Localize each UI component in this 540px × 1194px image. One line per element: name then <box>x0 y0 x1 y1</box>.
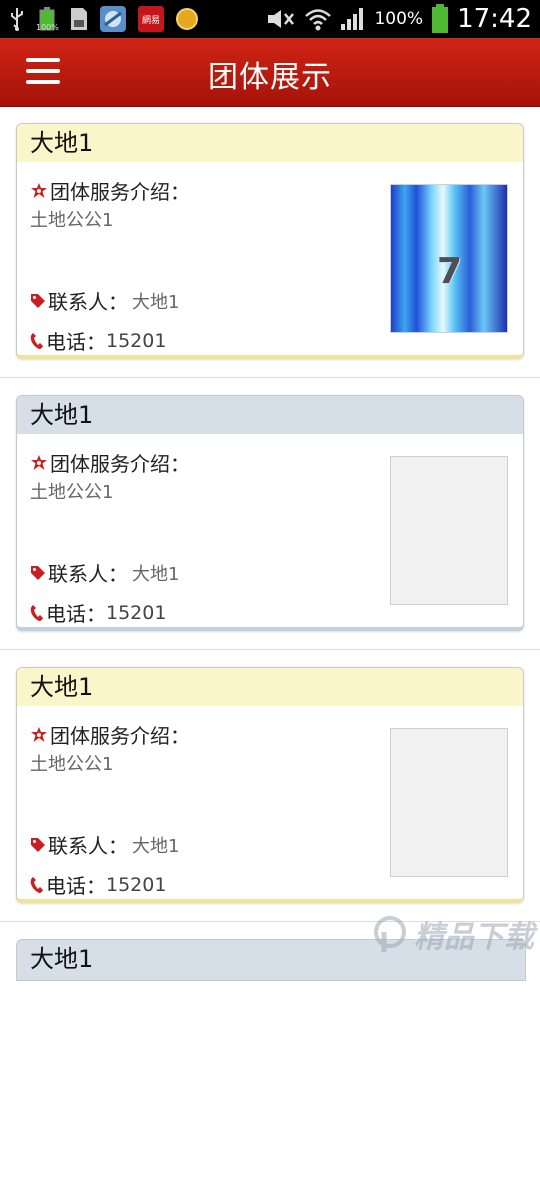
group-card[interactable]: 大地1 团体服务介绍： 土地公公1 联系人： 大地1 电话： 15201 <box>16 667 524 903</box>
phone-label: 电话： <box>46 602 106 626</box>
group-thumbnail-placeholder[interactable] <box>390 456 508 605</box>
watermark-text: 精品下载 <box>414 920 534 955</box>
tag-icon <box>30 293 46 309</box>
battery-small-label: 100% <box>36 22 59 32</box>
list-item[interactable]: 大地1 团体服务介绍： 土地公公1 联系人： 大地1 电话： 15201 <box>0 378 540 650</box>
netease-app-icon: 網易 <box>137 5 165 33</box>
circle-app-icon <box>175 7 199 31</box>
usb-icon <box>8 6 26 32</box>
phone-value[interactable]: 15201 <box>106 330 166 352</box>
card-title: 大地1 <box>17 124 523 162</box>
phone-value[interactable]: 15201 <box>106 602 166 624</box>
intro-label: 团体服务介绍： <box>50 452 190 476</box>
battery-small-icon: 100% <box>36 6 59 32</box>
signal-icon <box>340 7 366 31</box>
netease-label: 網易 <box>142 14 160 26</box>
contact-label: 联系人： <box>48 834 128 858</box>
wifi-icon <box>304 7 332 31</box>
star-icon <box>30 454 48 472</box>
tag-icon <box>30 837 46 853</box>
phone-icon <box>30 332 44 350</box>
thumbnail-label: 7 <box>437 251 463 292</box>
star-icon <box>30 182 48 200</box>
tag-icon <box>30 565 46 581</box>
watermark-logo-icon <box>374 916 406 952</box>
battery-percent: 100% <box>374 9 424 29</box>
intro-label: 团体服务介绍： <box>50 180 190 204</box>
group-card[interactable]: 大地1 团体服务介绍： 土地公公1 联系人： 大地1 电话： 15201 7 <box>16 123 524 359</box>
intro-text: 土地公公1 <box>30 210 114 231</box>
contact-value: 大地1 <box>132 291 180 313</box>
battery-icon <box>431 4 449 34</box>
list-item[interactable]: 大地1 团体服务介绍： 土地公公1 联系人： 大地1 电话： 15201 <box>0 650 540 922</box>
mute-icon <box>266 8 296 30</box>
card-title: 大地1 <box>17 668 523 706</box>
phone-icon <box>30 604 44 622</box>
group-thumbnail-placeholder[interactable] <box>390 728 508 877</box>
watermark: 精品下载 <box>372 912 534 956</box>
group-list: 大地1 团体服务介绍： 土地公公1 联系人： 大地1 电话： 15201 7 大… <box>0 106 540 1194</box>
app-bar: 团体展示 <box>0 38 540 107</box>
intro-label: 团体服务介绍： <box>50 724 190 748</box>
sd-card-icon <box>69 6 89 32</box>
contact-value: 大地1 <box>132 835 180 857</box>
browser-app-icon <box>99 5 127 33</box>
list-item[interactable]: 大地1 团体服务介绍： 土地公公1 联系人： 大地1 电话： 15201 7 <box>0 106 540 378</box>
status-bar: 100% 網易 100% 17:42 <box>0 0 540 38</box>
group-card[interactable]: 大地1 团体服务介绍： 土地公公1 联系人： 大地1 电话： 15201 <box>16 395 524 631</box>
intro-text: 土地公公1 <box>30 482 114 503</box>
phone-label: 电话： <box>46 330 106 354</box>
clock-time: 17:42 <box>457 4 532 34</box>
card-title: 大地1 <box>17 396 523 434</box>
contact-label: 联系人： <box>48 290 128 314</box>
star-icon <box>30 726 48 744</box>
group-thumbnail-image[interactable]: 7 <box>390 184 508 333</box>
contact-value: 大地1 <box>132 563 180 585</box>
list-item[interactable]: 大地1 <box>0 922 540 1194</box>
phone-label: 电话： <box>46 874 106 898</box>
intro-text: 土地公公1 <box>30 754 114 775</box>
page-title: 团体展示 <box>208 60 332 95</box>
phone-icon <box>30 876 44 894</box>
contact-label: 联系人： <box>48 562 128 586</box>
phone-value[interactable]: 15201 <box>106 874 166 896</box>
